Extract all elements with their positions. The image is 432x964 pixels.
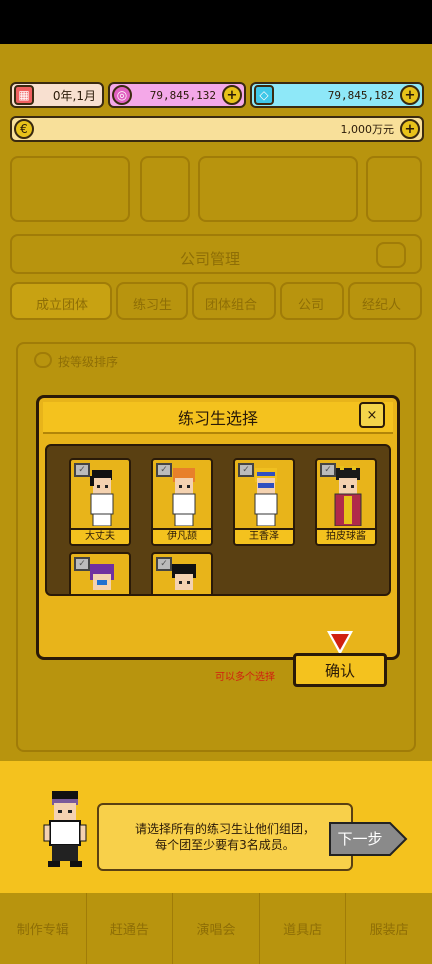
trainee-card[interactable]: ✓ 拍皮球酱 [315,458,377,546]
add-money-button[interactable]: + [400,119,420,139]
building-tile [198,156,358,222]
add-pink-currency-button[interactable]: + [222,85,242,105]
trainee-name: 王香泽 [235,528,293,544]
next-step-button[interactable]: 下一步 [328,821,408,857]
trainee-card[interactable]: ✓ 大丈夫 [69,458,131,546]
trainee-card[interactable]: ✓ [69,552,131,594]
tutorial-message-line2: 每个团至少要有3名成员。 [155,838,295,852]
nav-schedules[interactable]: 赶通告 [87,893,174,964]
tutorial-message-line1: 请选择所有的练习生让他们组团， [134,822,315,836]
sort-label: 按等级排序 [58,355,119,369]
multi-select-hint: 可以多个选择 [215,672,275,683]
company-panel-title: 公司管理 [180,250,241,268]
trainee-name: 大丈夫 [71,528,129,544]
tab-form-group-label: 成立团体 [36,298,89,313]
money-icon: € [14,119,34,139]
trainee-card[interactable]: ✓ 王香泽 [233,458,295,546]
guide-character [43,791,87,867]
bottom-nav: 制作专辑 赶通告 演唱会 道具店 服装店 [0,893,432,964]
close-button[interactable]: × [359,402,385,428]
tab-trainees-label: 练习生 [133,298,173,313]
trainee-roster: ✓ 大丈夫 ✓ 伊凡颉 ✓ 王香泽 ✓ 拍皮球酱 ✓ ✓ [45,444,391,596]
panel-close-button[interactable] [376,242,406,268]
trainee-avatar [172,564,196,590]
nav-clothing-shop[interactable]: 服装店 [346,893,432,964]
nav-concert[interactable]: 演唱会 [173,893,260,964]
building-tile [10,156,130,222]
tab-company-label: 公司 [298,298,325,313]
trainee-avatar [90,564,114,590]
trainee-avatar [90,470,114,526]
trainee-card[interactable]: ✓ 伊凡颉 [151,458,213,546]
pink-coin-icon: ◎ [112,85,132,105]
trainee-avatar [254,468,278,526]
dialog-title: 练习生选择 [177,409,258,428]
status-bar [0,0,432,44]
next-step-label: 下一步 [337,830,383,848]
trainee-select-dialog: 练习生选择 × ✓ 大丈夫 ✓ 伊凡颉 ✓ 王香泽 ✓ 拍皮球酱 ✓ ✓ 可以多… [36,395,400,687]
money-display: € 1,000万元 + [10,116,424,142]
nav-make-album[interactable]: 制作专辑 [0,893,87,964]
building-tile [366,156,422,222]
confirm-button[interactable]: 确认 [293,653,387,687]
trainee-avatar [334,466,362,526]
pink-currency: ◎ 79,845,132 + [108,82,246,108]
tab-groups-label: 团体组合 [205,298,258,313]
add-gem-button[interactable]: + [400,85,420,105]
trainee-name: 伊凡颉 [153,528,211,544]
dialog-header: 练习生选择 × [43,402,393,434]
game-screen: ▦ 0年,1月 ◎ 79,845,132 + ◇ 79,845,182 + € … [0,44,432,964]
building-tile [140,156,190,222]
trainee-card[interactable]: ✓ [151,552,213,594]
nav-item-shop[interactable]: 道具店 [260,893,347,964]
speech-bubble: 请选择所有的练习生让他们组团， 每个团至少要有3名成员。 [97,803,353,871]
date-display: ▦ 0年,1月 [10,82,104,108]
tutorial-bar: 请选择所有的练习生让他们组团， 每个团至少要有3名成员。 下一步 [0,761,432,893]
calendar-icon: ▦ [14,85,34,105]
sort-checkbox[interactable] [34,352,52,368]
gem-icon: ◇ [254,85,274,105]
gem-currency: ◇ 79,845,182 + [250,82,424,108]
tab-manager-label: 经纪人 [362,298,402,313]
close-icon: × [366,407,378,423]
trainee-name: 拍皮球酱 [317,528,375,544]
trainee-avatar [172,468,196,526]
